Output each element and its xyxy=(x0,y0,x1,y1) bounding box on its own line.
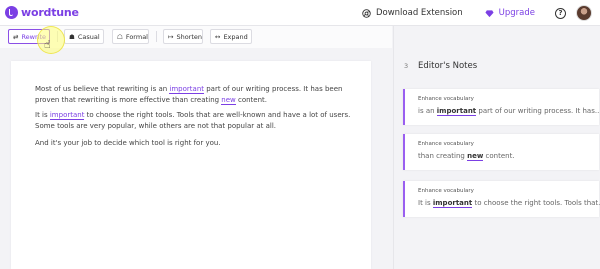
expand-button[interactable]: ↔ Expand xyxy=(210,29,252,44)
diamond-icon xyxy=(485,9,494,17)
top-nav: Download Extension Upgrade ? xyxy=(362,4,592,22)
logo-text: wordtune xyxy=(21,6,79,19)
text-span: than creating xyxy=(418,152,468,160)
upgrade-button[interactable]: Upgrade xyxy=(485,8,535,18)
note-card[interactable]: Enhance vocabulary is an important part … xyxy=(403,89,600,125)
hand-cursor-icon: ☝ xyxy=(44,38,51,51)
text-span: to choose the right tools. Tools that... xyxy=(472,199,600,207)
note-card-label: Enhance vocabulary xyxy=(418,96,474,102)
note-card-word: important xyxy=(432,199,473,208)
note-card-text: is an important part of our writing proc… xyxy=(418,107,600,116)
notes-title: Editor's Notes xyxy=(418,61,478,71)
text-span: part of our writing process. It has... xyxy=(476,107,600,115)
notes-count-badge: 3 xyxy=(404,62,409,70)
note-card-label: Enhance vocabulary xyxy=(418,141,474,147)
app-window: wordtune Download Extension Upgrade ? ⇄ … xyxy=(0,0,600,269)
formal-button[interactable]: ☖ Formal xyxy=(112,29,149,44)
top-header: wordtune Download Extension Upgrade ? xyxy=(0,0,600,26)
formal-icon: ☖ xyxy=(117,32,123,41)
text-span: Most of us believe that rewriting is an xyxy=(35,85,170,93)
paragraph-2[interactable]: It is important to choose the right tool… xyxy=(35,110,355,132)
note-card[interactable]: Enhance vocabulary than creating new con… xyxy=(403,134,599,170)
suggestion-highlight[interactable]: new xyxy=(221,96,236,105)
shorten-button[interactable]: ↦ Shorten xyxy=(163,29,203,44)
avatar[interactable] xyxy=(576,5,592,21)
help-icon[interactable]: ? xyxy=(555,7,566,19)
note-card-word: new xyxy=(467,152,484,161)
download-extension-link[interactable]: Download Extension xyxy=(362,8,463,18)
casual-button[interactable]: ☗ Casual xyxy=(64,29,104,44)
note-card-label: Enhance vocabulary xyxy=(418,188,474,194)
paragraph-3[interactable]: And it's your job to decide which tool i… xyxy=(35,138,355,149)
wordtune-logo[interactable]: wordtune xyxy=(5,6,79,19)
text-span: It is xyxy=(418,199,433,207)
expand-icon: ↔ xyxy=(215,32,221,41)
note-card[interactable]: Enhance vocabulary It is important to ch… xyxy=(403,181,600,217)
shorten-icon: ↦ xyxy=(168,32,174,41)
shorten-label: Shorten xyxy=(176,32,203,41)
click-highlight xyxy=(37,26,65,54)
casual-icon: ☗ xyxy=(69,32,75,41)
text-editor[interactable]: Most of us believe that rewriting is an … xyxy=(11,61,371,269)
expand-label: Expand xyxy=(223,32,248,41)
chrome-icon xyxy=(362,8,371,18)
note-card-word: important xyxy=(436,107,477,116)
casual-label: Casual xyxy=(77,32,100,41)
text-span: is an xyxy=(418,107,437,115)
toolbar-divider xyxy=(156,31,157,42)
text-span: It is xyxy=(35,111,50,119)
note-card-text: It is important to choose the right tool… xyxy=(418,199,600,208)
text-span: content. xyxy=(483,152,515,160)
note-card-text: than creating new content. xyxy=(418,152,515,161)
wordtune-logo-icon xyxy=(5,6,18,19)
suggestion-highlight[interactable]: important xyxy=(169,85,205,94)
text-span: content. xyxy=(235,96,268,104)
rewrite-icon: ⇄ xyxy=(13,32,19,41)
download-extension-label: Download Extension xyxy=(375,8,463,18)
suggestion-highlight[interactable]: important xyxy=(49,111,85,120)
paragraph-1[interactable]: Most of us believe that rewriting is an … xyxy=(35,84,355,106)
formal-label: Formal xyxy=(125,32,148,41)
upgrade-label: Upgrade xyxy=(498,8,535,18)
